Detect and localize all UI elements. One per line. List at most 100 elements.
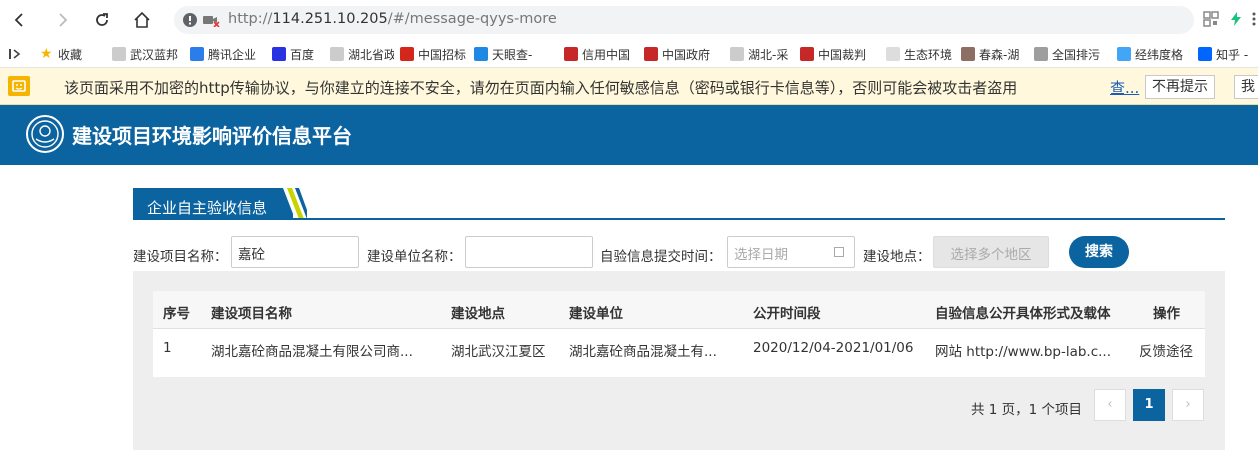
bookmark-label: 湖北-采 bbox=[748, 47, 789, 62]
section-divider bbox=[133, 218, 1225, 220]
more-menu-icon[interactable] bbox=[1246, 11, 1258, 27]
cell-project-name[interactable]: 湖北嘉砼商品混凝土有限公司商... bbox=[211, 340, 441, 360]
column-header: 建设单位 bbox=[569, 306, 623, 322]
submit-time-label: 自验信息提交时间： bbox=[600, 249, 722, 265]
date-placeholder: 选择日期 bbox=[734, 247, 788, 263]
tencent-icon bbox=[190, 47, 204, 61]
location-select[interactable]: 选择多个地区 bbox=[933, 236, 1049, 268]
chart-icon bbox=[961, 47, 975, 61]
warning-icon bbox=[8, 76, 30, 96]
bookmark-item[interactable]: 生态环境 bbox=[886, 45, 956, 63]
column-header: 建设地点 bbox=[451, 306, 505, 322]
tianyancha-icon bbox=[474, 47, 488, 61]
bookmark-label: 信用中国 bbox=[582, 47, 631, 62]
column-header: 公开时间段 bbox=[753, 306, 821, 322]
prev-page-button[interactable]: ‹ bbox=[1094, 389, 1126, 421]
cell-period: 2020/12/04-2021/01/06 bbox=[753, 340, 914, 356]
bookmark-item[interactable]: 中国招标 bbox=[400, 45, 470, 63]
bookmark-item[interactable]: 知乎 - bbox=[1198, 45, 1256, 63]
qr-code-icon[interactable] bbox=[1203, 11, 1219, 27]
bookmark-item[interactable]: 全国排污 bbox=[1034, 45, 1112, 63]
warning-extra-button[interactable]: 我 bbox=[1234, 75, 1258, 99]
pagination-summary: 共 1 页，1 个项目 bbox=[971, 402, 1083, 418]
page-icon bbox=[730, 47, 744, 61]
bookmark-item[interactable]: 腾讯企业 bbox=[190, 45, 266, 63]
url-scheme: http:// bbox=[228, 11, 273, 27]
table-row[interactable]: 1 湖北嘉砼商品混凝土有限公司商... 湖北武汉江夏区 湖北嘉砼商品混凝土有..… bbox=[153, 329, 1205, 367]
address-bar[interactable]: http://114.251.10.205/#/message-qyys-mor… bbox=[174, 6, 1194, 34]
project-name-label: 建设项目名称： bbox=[133, 249, 228, 265]
bookmark-item[interactable]: 武汉蓝邦 bbox=[112, 45, 182, 63]
bookmark-item[interactable]: 湖北省政 bbox=[330, 45, 394, 63]
project-name-input[interactable]: 嘉砼 bbox=[231, 236, 359, 268]
reload-button[interactable] bbox=[90, 8, 114, 32]
url-path: /#/message-qyys-more bbox=[387, 11, 557, 27]
unit-name-input[interactable] bbox=[465, 236, 593, 268]
cell-index: 1 bbox=[163, 340, 172, 356]
gear-icon bbox=[1034, 47, 1048, 61]
bookmark-label: 中国政府 bbox=[662, 47, 711, 62]
bookmark-label: 湖北省政 bbox=[348, 47, 394, 62]
lightning-icon[interactable] bbox=[1228, 11, 1244, 27]
bookmark-label: 腾讯企业 bbox=[208, 47, 257, 62]
bookmark-item[interactable]: 天眼查- bbox=[474, 45, 554, 63]
sidebar-toggle-icon[interactable] bbox=[8, 47, 22, 61]
results-panel: 序号 建设项目名称 建设地点 建设单位 公开时间段 自验信息公开具体形式及载体 … bbox=[133, 271, 1225, 450]
site-header: 建设项目环境影响评价信息平台 bbox=[0, 105, 1258, 165]
home-button[interactable] bbox=[130, 8, 154, 32]
column-header: 操作 bbox=[1153, 306, 1180, 322]
column-header: 自验信息公开具体形式及载体 bbox=[935, 306, 1111, 322]
table-header: 序号 建设项目名称 建设地点 建设单位 公开时间段 自验信息公开具体形式及载体 … bbox=[153, 291, 1205, 329]
bookmark-item[interactable]: 百度 bbox=[272, 45, 326, 63]
bookmark-label: 收藏 bbox=[58, 47, 83, 62]
cell-unit: 湖北嘉砼商品混凝土有... bbox=[569, 344, 717, 360]
bookmark-label: 全国排污 bbox=[1052, 47, 1101, 62]
bookmark-label: 中国裁判 bbox=[818, 47, 867, 62]
column-header: 建设项目名称 bbox=[211, 306, 292, 322]
baidu-icon bbox=[272, 47, 286, 61]
forward-button[interactable] bbox=[50, 8, 74, 32]
bookmark-label: 中国招标 bbox=[418, 47, 467, 62]
back-button[interactable] bbox=[8, 8, 32, 32]
location-label: 建设地点： bbox=[863, 249, 931, 265]
security-warning-bar: 该页面采用不加密的http传输协议，与你建立的连接不安全，请勿在页面内输入任何敏… bbox=[0, 68, 1258, 105]
bookmark-item[interactable]: 经纬度格 bbox=[1117, 45, 1193, 63]
bookmark-label: 生态环境 bbox=[904, 47, 953, 62]
url-host: 114.251.10.205 bbox=[272, 11, 388, 27]
feedback-link[interactable]: 反馈途径 bbox=[1139, 340, 1193, 360]
bookmark-item[interactable]: 中国政府 bbox=[644, 45, 722, 63]
bookmark-label: 春森-湖 bbox=[979, 47, 1020, 62]
cell-carrier: 网站 http://www.bp-lab.c... bbox=[935, 344, 1112, 360]
star-icon: ★ bbox=[40, 46, 53, 62]
browser-toolbar: http://114.251.10.205/#/message-qyys-mor… bbox=[0, 0, 1258, 40]
table-footer bbox=[153, 367, 1205, 377]
bookmark-item[interactable]: 春森-湖 bbox=[961, 45, 1029, 63]
bookmark-label: 武汉蓝邦 bbox=[130, 47, 179, 62]
search-button[interactable]: 搜索 bbox=[1069, 236, 1129, 268]
date-picker-input[interactable]: 选择日期 bbox=[727, 236, 855, 268]
site-title: 建设项目环境影响评价信息平台 bbox=[72, 124, 352, 148]
arrow-left-icon bbox=[14, 13, 23, 27]
bookmark-item[interactable]: 湖北-采 bbox=[730, 45, 792, 63]
page-icon bbox=[112, 47, 126, 61]
calendar-icon bbox=[834, 247, 844, 257]
column-header: 序号 bbox=[163, 306, 190, 322]
section-title: 企业自主验收信息 bbox=[147, 199, 268, 217]
bidding-icon bbox=[400, 47, 414, 61]
emblem-icon bbox=[644, 47, 658, 61]
bookmark-item[interactable]: 信用中国 bbox=[564, 45, 638, 63]
url-text[interactable]: http://114.251.10.205/#/message-qyys-mor… bbox=[228, 11, 557, 27]
bookmark-item[interactable]: 中国裁判 bbox=[800, 45, 880, 63]
mee-logo-icon bbox=[26, 115, 64, 153]
emblem-icon bbox=[564, 47, 578, 61]
warning-message: 该页面采用不加密的http传输协议，与你建立的连接不安全，请勿在页面内输入任何敏… bbox=[64, 79, 1018, 97]
not-secure-icon bbox=[183, 13, 197, 27]
bookmark-label: 百度 bbox=[290, 47, 315, 62]
warning-details-link[interactable]: 查... bbox=[1110, 77, 1139, 98]
page-button-current[interactable]: 1 bbox=[1133, 389, 1165, 421]
bookmark-item[interactable]: ★ 收藏 bbox=[40, 45, 108, 63]
bookmark-label: 知乎 - bbox=[1216, 47, 1249, 62]
next-page-button[interactable]: › bbox=[1172, 389, 1204, 421]
dismiss-warning-button[interactable]: 不再提示 bbox=[1145, 75, 1215, 99]
reload-icon bbox=[96, 13, 108, 26]
